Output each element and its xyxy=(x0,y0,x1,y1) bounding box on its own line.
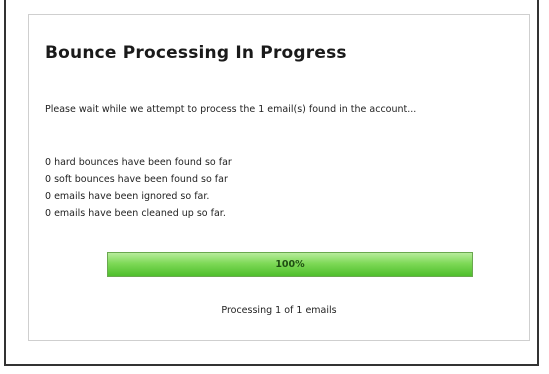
ignored-emails-stat: 0 emails have been ignored so far. xyxy=(45,191,210,202)
bounce-processing-dialog: Bounce Processing In Progress Please wai… xyxy=(28,14,530,341)
progress-label: 100% xyxy=(275,259,305,270)
intro-message: Please wait while we attempt to process … xyxy=(45,104,417,115)
dialog-title: Bounce Processing In Progress xyxy=(45,43,347,63)
cleaned-emails-stat: 0 emails have been cleaned up so far. xyxy=(45,208,226,219)
window-frame: Bounce Processing In Progress Please wai… xyxy=(4,0,539,366)
hard-bounces-stat: 0 hard bounces have been found so far xyxy=(45,157,232,168)
soft-bounces-stat: 0 soft bounces have been found so far xyxy=(45,174,228,185)
progress-bar: 100% xyxy=(107,252,473,277)
stats-list: 0 hard bounces have been found so far 0 … xyxy=(45,154,232,222)
processing-status: Processing 1 of 1 emails xyxy=(221,305,337,316)
